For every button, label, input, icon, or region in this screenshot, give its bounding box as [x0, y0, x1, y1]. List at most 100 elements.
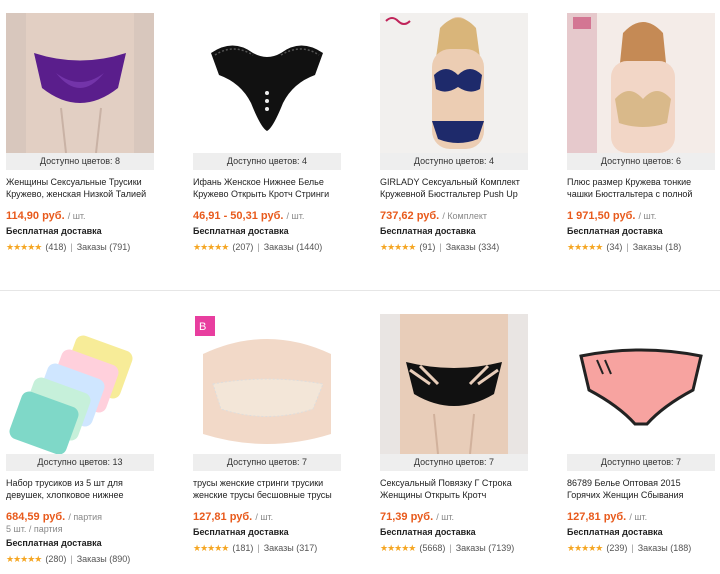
separator: |: [70, 554, 73, 564]
row-divider: [0, 290, 720, 291]
available-colors[interactable]: Доступно цветов: 8: [6, 153, 154, 170]
rating-stars-icon[interactable]: ★★★★★: [6, 553, 42, 565]
price-line: 127,81 руб. / шт.: [567, 511, 715, 524]
product-title-link[interactable]: GIRLADY Сексуальный Комплект Кружевной Б…: [380, 176, 528, 200]
review-count-link[interactable]: (91): [419, 241, 435, 253]
product-card[interactable]: Доступно цветов: 6 Плюс размер Кружева т…: [567, 13, 715, 253]
product-image[interactable]: [193, 13, 341, 153]
review-count-link[interactable]: (34): [606, 241, 622, 253]
product-image[interactable]: [380, 13, 528, 153]
separator: |: [257, 242, 260, 252]
price-unit: / шт.: [629, 512, 648, 522]
review-count-link[interactable]: (181): [232, 542, 253, 554]
free-shipping-label: Бесплатная доставка: [567, 527, 663, 537]
product-title-link[interactable]: Набор трусиков из 5 шт для девушек, хлоп…: [6, 477, 154, 501]
price-line: 737,62 руб. / Комплект: [380, 210, 528, 223]
review-count-link[interactable]: (280): [45, 553, 66, 565]
product-title-link[interactable]: Плюс размер Кружева тонкие чашки Бюстгал…: [567, 176, 715, 200]
price: 46,91 - 50,31 руб.: [193, 210, 284, 222]
product-card[interactable]: Доступно цветов: 8 Женщины Сексуальные Т…: [6, 13, 154, 253]
separator: |: [626, 242, 629, 252]
orders-count-link[interactable]: Заказы (188): [638, 542, 692, 554]
separator: |: [439, 242, 442, 252]
price-line: 114,90 руб. / шт.: [6, 210, 154, 223]
orders-count-link[interactable]: Заказы (7139): [456, 542, 515, 554]
rating-stars-icon[interactable]: ★★★★★: [380, 241, 416, 253]
product-image[interactable]: [6, 13, 154, 153]
product-image[interactable]: [6, 314, 154, 454]
price-line: 684,59 руб. / партия: [6, 511, 154, 524]
separator: |: [257, 543, 260, 553]
product-title-link[interactable]: трусы женские стринги трусики женские тр…: [193, 477, 341, 501]
rating-row: ★★★★★ (418) | Заказы (791): [6, 241, 154, 253]
available-colors[interactable]: Доступно цветов: 4: [193, 153, 341, 170]
rating-stars-icon[interactable]: ★★★★★: [380, 542, 416, 554]
product-image[interactable]: [567, 13, 715, 153]
rating-stars-icon[interactable]: ★★★★★: [6, 241, 42, 253]
price-unit: / шт.: [67, 211, 86, 221]
rating-stars-icon[interactable]: ★★★★★: [567, 542, 603, 554]
free-shipping-label: Бесплатная доставка: [193, 527, 289, 537]
product-title-link[interactable]: 86789 Белье Оптовая 2015 Горячих Женщин …: [567, 477, 715, 501]
separator: |: [70, 242, 73, 252]
svg-text:B: B: [199, 321, 206, 333]
free-shipping-label: Бесплатная доставка: [380, 527, 476, 537]
product-card[interactable]: B Доступно цветов: 7 трусы женские стрин…: [193, 314, 341, 554]
price: 737,62 руб.: [380, 210, 440, 222]
review-count-link[interactable]: (207): [232, 241, 253, 253]
available-colors[interactable]: Доступно цветов: 4: [380, 153, 528, 170]
rating-stars-icon[interactable]: ★★★★★: [567, 241, 603, 253]
separator: |: [631, 543, 634, 553]
available-colors[interactable]: Доступно цветов: 7: [567, 454, 715, 471]
price-line: 1 971,50 руб. / шт.: [567, 210, 715, 223]
rating-row: ★★★★★ (239) | Заказы (188): [567, 542, 715, 554]
orders-count-link[interactable]: Заказы (18): [633, 241, 682, 253]
orders-count-link[interactable]: Заказы (1440): [264, 241, 323, 253]
product-image[interactable]: [380, 314, 528, 454]
product-title-link[interactable]: Женщины Сексуальные Трусики Кружево, жен…: [6, 176, 154, 200]
available-colors[interactable]: Доступно цветов: 7: [193, 454, 341, 471]
review-count-link[interactable]: (418): [45, 241, 66, 253]
review-count-link[interactable]: (239): [606, 542, 627, 554]
price: 127,81 руб.: [193, 511, 253, 523]
review-count-link[interactable]: (5668): [419, 542, 445, 554]
orders-count-link[interactable]: Заказы (317): [264, 542, 318, 554]
rating-row: ★★★★★ (280) | Заказы (890): [6, 553, 154, 565]
product-title-link[interactable]: Ифань Женское Нижнее Белье Кружево Откры…: [193, 176, 341, 200]
rating-row: ★★★★★ (181) | Заказы (317): [193, 542, 341, 554]
price-unit: / шт.: [638, 211, 657, 221]
price: 127,81 руб.: [567, 511, 627, 523]
price-unit: / партия: [68, 512, 103, 522]
rating-row: ★★★★★ (207) | Заказы (1440): [193, 241, 341, 253]
product-card[interactable]: Доступно цветов: 7 Сексуальный Повязку Г…: [380, 314, 528, 554]
product-title-link[interactable]: Сексуальный Повязку Г Строка Женщины Отк…: [380, 477, 528, 501]
price: 1 971,50 руб.: [567, 210, 636, 222]
free-shipping-label: Бесплатная доставка: [567, 226, 663, 236]
price: 684,59 руб.: [6, 511, 66, 523]
free-shipping-label: Бесплатная доставка: [6, 538, 102, 548]
available-colors[interactable]: Доступно цветов: 7: [380, 454, 528, 471]
rating-row: ★★★★★ (5668) | Заказы (7139): [380, 542, 528, 554]
separator: |: [449, 543, 452, 553]
available-colors[interactable]: Доступно цветов: 13: [6, 454, 154, 471]
price-unit: / шт.: [286, 211, 305, 221]
orders-count-link[interactable]: Заказы (890): [77, 553, 131, 565]
orders-count-link[interactable]: Заказы (334): [446, 241, 500, 253]
orders-count-link[interactable]: Заказы (791): [77, 241, 131, 253]
rating-row: ★★★★★ (34) | Заказы (18): [567, 241, 715, 253]
product-card[interactable]: Доступно цветов: 4 GIRLADY Сексуальный К…: [380, 13, 528, 253]
price: 71,39 руб.: [380, 511, 434, 523]
product-card[interactable]: Доступно цветов: 4 Ифань Женское Нижнее …: [193, 13, 341, 253]
product-image[interactable]: [567, 314, 715, 454]
rating-stars-icon[interactable]: ★★★★★: [193, 241, 229, 253]
product-image[interactable]: B: [193, 314, 341, 454]
product-card[interactable]: Доступно цветов: 7 86789 Белье Оптовая 2…: [567, 314, 715, 554]
product-card[interactable]: Доступно цветов: 13 Набор трусиков из 5 …: [6, 314, 154, 565]
price-line: 127,81 руб. / шт.: [193, 511, 341, 524]
rating-stars-icon[interactable]: ★★★★★: [193, 542, 229, 554]
available-colors[interactable]: Доступно цветов: 6: [567, 153, 715, 170]
price: 114,90 руб.: [6, 210, 65, 222]
price-unit: / шт.: [436, 512, 455, 522]
rating-row: ★★★★★ (91) | Заказы (334): [380, 241, 528, 253]
lot-size: 5 шт. / партия: [6, 524, 63, 534]
